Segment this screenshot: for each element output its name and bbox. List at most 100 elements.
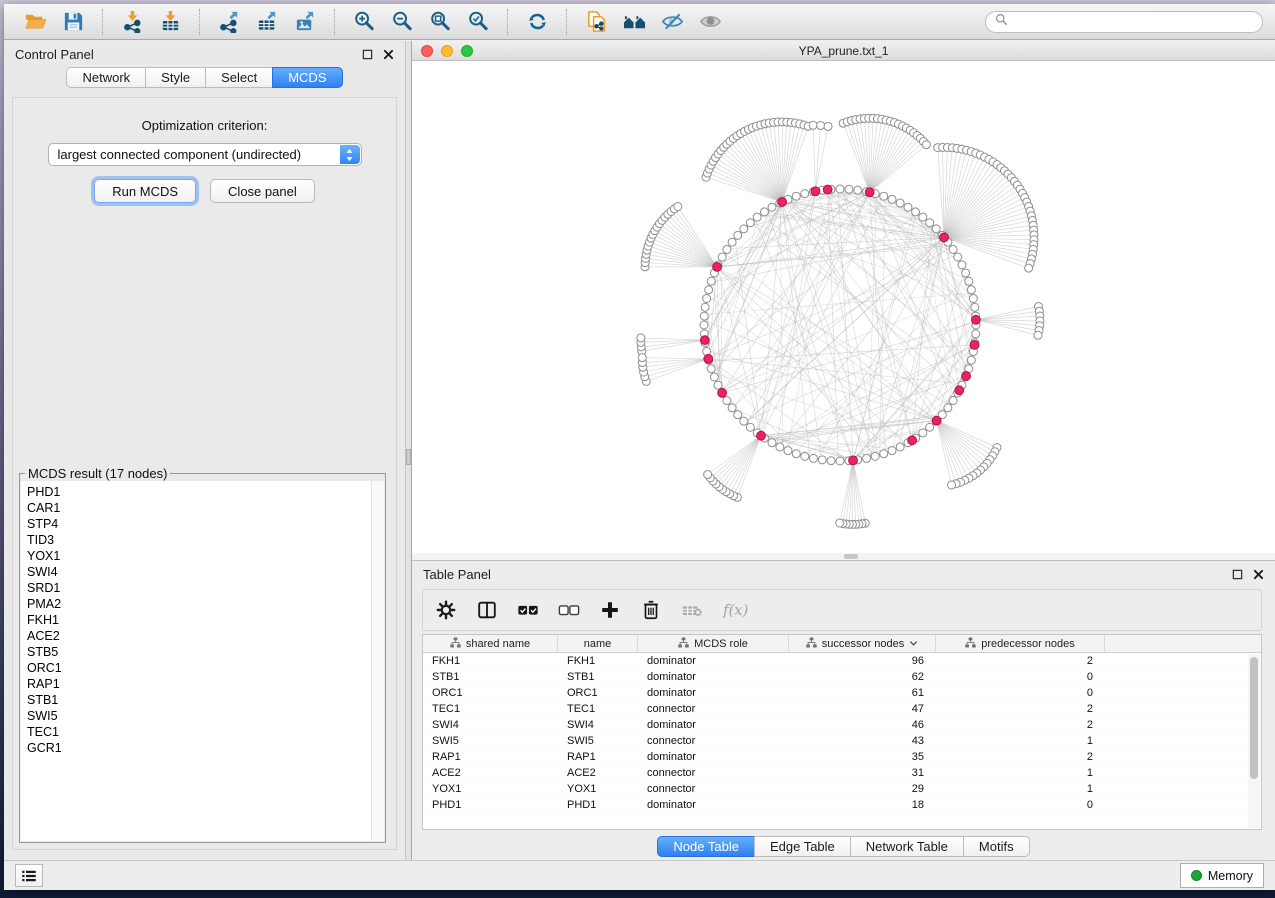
toolbar-separator: [102, 9, 103, 35]
minimize-window-icon[interactable]: [441, 45, 453, 57]
cell-shared-name: SWI5: [423, 733, 558, 749]
criterion-select[interactable]: largest connected component (undirected): [48, 143, 362, 166]
table-row[interactable]: SWI5SWI5connector431: [423, 733, 1261, 749]
column-header-name[interactable]: name: [558, 635, 638, 653]
mcds-result-item[interactable]: YOX1: [27, 548, 384, 564]
tab-select[interactable]: Select: [205, 67, 273, 88]
mcds-result-item[interactable]: FKH1: [27, 612, 384, 628]
mcds-list-scrollbar[interactable]: [371, 481, 384, 841]
mcds-result-item[interactable]: TEC1: [27, 724, 384, 740]
mcds-result-item[interactable]: STB1: [27, 692, 384, 708]
hide-selected-icon[interactable]: [656, 8, 688, 36]
mcds-result-item[interactable]: TID3: [27, 532, 384, 548]
status-bar: Memory: [4, 860, 1275, 890]
deselect-all-icon[interactable]: [558, 597, 580, 623]
task-history-button[interactable]: [15, 864, 43, 887]
close-panel-button[interactable]: Close panel: [210, 179, 315, 203]
tab-style[interactable]: Style: [145, 67, 206, 88]
mcds-result-item[interactable]: STB5: [27, 644, 384, 660]
cell-predecessor-nodes: 2: [936, 749, 1105, 765]
mcds-result-item[interactable]: SWI5: [27, 708, 384, 724]
table-row[interactable]: RAP1RAP1dominator352: [423, 749, 1261, 765]
mcds-result-item[interactable]: ORC1: [27, 660, 384, 676]
export-table-icon[interactable]: [251, 8, 283, 36]
cell-filler: [1105, 765, 1261, 781]
cell-MCDS-role: dominator: [638, 653, 789, 669]
mcds-result-item[interactable]: SWI4: [27, 564, 384, 580]
table-row[interactable]: FKH1FKH1dominator962: [423, 653, 1261, 669]
tab-mcds[interactable]: MCDS: [272, 67, 342, 88]
mcds-result-item[interactable]: ACE2: [27, 628, 384, 644]
export-network-icon[interactable]: [213, 8, 245, 36]
tab-node-table[interactable]: Node Table: [657, 836, 755, 857]
mcds-result-group: MCDS result (17 nodes) PHD1CAR1STP4TID3Y…: [19, 466, 386, 843]
zoom-in-icon[interactable]: [348, 8, 380, 36]
network-view-panel: YPA_prune.txt_1: [412, 41, 1275, 560]
close-panel-icon[interactable]: [1253, 569, 1264, 580]
table-row[interactable]: TEC1TEC1connector472: [423, 701, 1261, 717]
mcds-result-item[interactable]: SRD1: [27, 580, 384, 596]
splitter-grip-icon[interactable]: [406, 449, 411, 465]
mcds-result-item[interactable]: GCR1: [27, 740, 384, 756]
table-row[interactable]: PHD1PHD1dominator180: [423, 797, 1261, 813]
show-all-icon[interactable]: [694, 8, 726, 36]
network-horizontal-scrollbar[interactable]: [412, 553, 1275, 560]
delete-column-icon[interactable]: [640, 597, 662, 623]
export-image-icon[interactable]: [289, 8, 321, 36]
maximize-window-icon[interactable]: [461, 45, 473, 57]
cell-filler: [1105, 733, 1261, 749]
add-column-icon[interactable]: [599, 597, 621, 623]
column-settings-icon[interactable]: [435, 597, 457, 623]
open-file-icon[interactable]: [19, 8, 51, 36]
table-row[interactable]: STB1STB1dominator620: [423, 669, 1261, 685]
import-network-icon[interactable]: [116, 8, 148, 36]
show-columns-icon[interactable]: [476, 597, 498, 623]
panel-splitter[interactable]: [405, 41, 412, 860]
run-mcds-button[interactable]: Run MCDS: [94, 179, 196, 203]
cell-MCDS-role: connector: [638, 701, 789, 717]
table-row[interactable]: ORC1ORC1dominator610: [423, 685, 1261, 701]
save-session-icon[interactable]: [57, 8, 89, 36]
column-header-shared-name[interactable]: shared name: [423, 635, 558, 653]
mcds-result-item[interactable]: STP4: [27, 516, 384, 532]
close-window-icon[interactable]: [421, 45, 433, 57]
table-row[interactable]: ACE2ACE2connector311: [423, 765, 1261, 781]
zoom-fit-icon[interactable]: [424, 8, 456, 36]
zoom-out-icon[interactable]: [386, 8, 418, 36]
cell-successor-nodes: 35: [789, 749, 936, 765]
close-panel-icon[interactable]: [383, 49, 394, 60]
column-header-MCDS-role[interactable]: MCDS role: [638, 635, 789, 653]
tab-motifs[interactable]: Motifs: [963, 836, 1030, 857]
search-input[interactable]: [1014, 15, 1253, 29]
table-row[interactable]: SWI4SWI4dominator462: [423, 717, 1261, 733]
tab-edge-table[interactable]: Edge Table: [754, 836, 851, 857]
import-table-icon[interactable]: [154, 8, 186, 36]
zoom-selected-icon[interactable]: [462, 8, 494, 36]
cell-name: ORC1: [558, 685, 638, 701]
mcds-result-item[interactable]: CAR1: [27, 500, 384, 516]
search-box[interactable]: [985, 11, 1263, 33]
float-panel-icon[interactable]: [1232, 569, 1243, 580]
float-panel-icon[interactable]: [362, 49, 373, 60]
mcds-result-item[interactable]: RAP1: [27, 676, 384, 692]
network-canvas[interactable]: [412, 61, 1275, 553]
column-header-successor-nodes[interactable]: successor nodes: [789, 635, 936, 653]
cell-predecessor-nodes: 1: [936, 733, 1105, 749]
network-scrollbar-thumb[interactable]: [844, 554, 858, 559]
table-row[interactable]: YOX1YOX1connector291: [423, 781, 1261, 797]
mcds-result-item[interactable]: PHD1: [27, 484, 384, 500]
cell-MCDS-role: connector: [638, 781, 789, 797]
column-header-predecessor-nodes[interactable]: predecessor nodes: [936, 635, 1105, 653]
cell-name: PHD1: [558, 797, 638, 813]
tab-network[interactable]: Network: [66, 67, 146, 88]
tab-network-table[interactable]: Network Table: [850, 836, 964, 857]
memory-button[interactable]: Memory: [1180, 863, 1264, 888]
table-scrollbar-thumb[interactable]: [1250, 657, 1258, 779]
network-from-selection-icon[interactable]: [580, 8, 612, 36]
mcds-result-item[interactable]: PMA2: [27, 596, 384, 612]
select-all-icon[interactable]: [517, 597, 539, 623]
refresh-view-icon[interactable]: [521, 8, 553, 36]
cell-shared-name: YOX1: [423, 781, 558, 797]
first-neighbors-icon[interactable]: [618, 8, 650, 36]
table-vertical-scrollbar[interactable]: [1248, 654, 1260, 828]
